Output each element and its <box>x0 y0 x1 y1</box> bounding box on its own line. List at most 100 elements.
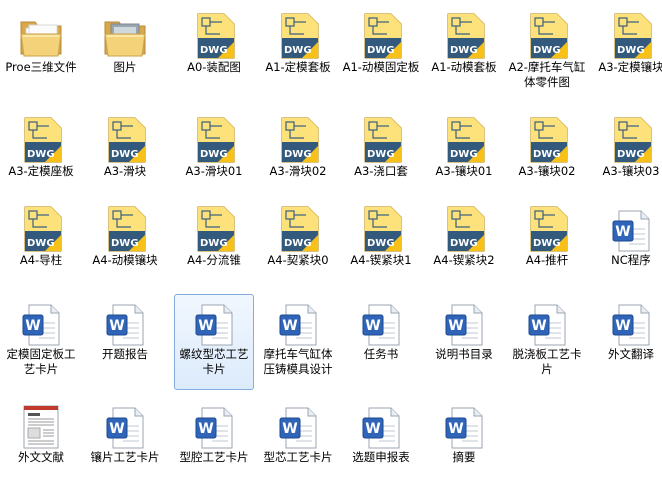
svg-text:W: W <box>531 318 546 334</box>
word-document-icon: W <box>101 299 149 347</box>
file-item-label: 任务书 <box>363 347 399 361</box>
file-item-label: A3-镶块03 <box>602 164 660 178</box>
file-item[interactable]: DWG A3-滑块01 <box>174 111 254 203</box>
word-document-icon: W <box>17 299 65 347</box>
file-item-label: 外文翻译 <box>608 347 654 361</box>
file-item[interactable]: 外文文献 <box>1 397 81 479</box>
file-item[interactable]: DWG A4-锲紧块1 <box>341 200 421 292</box>
folder-icon <box>17 12 65 60</box>
svg-text:DWG: DWG <box>284 238 312 249</box>
dwg-file-icon: DWG <box>523 116 571 164</box>
dwg-file-icon: DWG <box>274 205 322 253</box>
file-item[interactable]: DWG A4-动模镶块 <box>85 200 165 292</box>
file-item[interactable]: DWG A4-契紧块0 <box>258 200 338 292</box>
file-item-label: A4-动模镶块 <box>92 253 158 267</box>
file-item-label: A1-动模套板 <box>431 60 497 74</box>
file-item-label: 脱浇板工艺卡片 <box>512 347 582 376</box>
svg-text:DWG: DWG <box>111 238 139 249</box>
file-item-label: A2-摩托车气缸体零件图 <box>508 60 586 89</box>
dwg-file-icon: DWG <box>190 116 238 164</box>
file-item[interactable]: DWG A3-镶块03 <box>591 111 662 203</box>
file-item[interactable]: DWG A4-导柱 <box>1 200 81 292</box>
file-item[interactable]: W 型芯工艺卡片 <box>258 397 338 479</box>
file-item[interactable]: DWG A1-定模套板 <box>258 7 338 99</box>
file-grid: Proe三维文件 图片 DWG A0-装配图 DWG A1-定模套板 DWG A… <box>0 0 662 488</box>
file-item[interactable]: DWG A2-摩托车气缸体零件图 <box>507 7 587 99</box>
file-item-label: 定模固定板工艺卡片 <box>6 347 76 376</box>
file-item[interactable]: DWG A1-动模固定板 <box>341 7 421 99</box>
file-item-label: A4-导柱 <box>19 253 63 267</box>
svg-text:DWG: DWG <box>200 45 228 56</box>
file-item[interactable]: DWG A1-动模套板 <box>424 7 504 99</box>
file-item[interactable]: W 选题申报表 <box>341 397 421 479</box>
file-item[interactable]: DWG A3-滑块02 <box>258 111 338 203</box>
file-item[interactable]: W 摘要 <box>424 397 504 479</box>
dwg-file-icon: DWG <box>101 116 149 164</box>
file-item-label: 摘要 <box>452 450 476 464</box>
file-item[interactable]: W 说明书目录 <box>424 294 504 390</box>
dwg-file-icon: DWG <box>440 12 488 60</box>
file-item[interactable]: DWG A3-镶块02 <box>507 111 587 203</box>
word-document-icon: W <box>523 299 571 347</box>
file-item-label: 型腔工艺卡片 <box>179 450 249 464</box>
file-item[interactable]: W 外文翻译 <box>591 294 662 390</box>
dwg-file-icon: DWG <box>274 12 322 60</box>
svg-text:DWG: DWG <box>617 45 645 56</box>
file-item-label: Proe三维文件 <box>5 60 77 74</box>
dwg-file-icon: DWG <box>190 12 238 60</box>
file-item[interactable]: 图片 <box>85 7 165 99</box>
svg-text:W: W <box>198 318 213 334</box>
file-item[interactable]: DWG A3-浇口套 <box>341 111 421 203</box>
svg-text:W: W <box>25 318 40 334</box>
word-document-icon: W <box>274 299 322 347</box>
word-document-icon: W <box>101 402 149 450</box>
svg-text:DWG: DWG <box>284 45 312 56</box>
file-item[interactable]: W 摩托车气缸体压铸模具设计 <box>258 294 338 390</box>
file-item[interactable]: DWG A3-定模镶块 <box>591 7 662 99</box>
file-item[interactable]: W 脱浇板工艺卡片 <box>507 294 587 390</box>
file-item[interactable]: DWG A4-分流锥 <box>174 200 254 292</box>
file-item[interactable]: DWG A4-锲紧块2 <box>424 200 504 292</box>
svg-text:DWG: DWG <box>111 149 139 160</box>
word-document-icon: W <box>440 299 488 347</box>
file-item-label: 螺纹型芯工艺卡片 <box>179 347 249 376</box>
file-item[interactable]: W 型腔工艺卡片 <box>174 397 254 479</box>
svg-text:W: W <box>448 421 463 437</box>
svg-text:W: W <box>365 318 380 334</box>
file-item[interactable]: W 开题报告 <box>85 294 165 390</box>
svg-text:DWG: DWG <box>617 149 645 160</box>
dwg-file-icon: DWG <box>440 205 488 253</box>
file-item[interactable]: DWG A3-定模座板 <box>1 111 81 203</box>
file-item-label: A3-定模镶块 <box>598 60 662 74</box>
file-item[interactable]: DWG A3-滑块 <box>85 111 165 203</box>
file-item-label: 型芯工艺卡片 <box>263 450 333 464</box>
file-item-label: A1-动模固定板 <box>342 60 420 74</box>
file-item[interactable]: DWG A0-装配图 <box>174 7 254 99</box>
file-item[interactable]: W 镶片工艺卡片 <box>85 397 165 479</box>
file-item[interactable]: Proe三维文件 <box>1 7 81 99</box>
file-item[interactable]: W 螺纹型芯工艺卡片 <box>174 294 254 390</box>
svg-text:W: W <box>198 421 213 437</box>
dwg-file-icon: DWG <box>190 205 238 253</box>
svg-text:DWG: DWG <box>200 238 228 249</box>
file-item[interactable]: DWG A3-镶块01 <box>424 111 504 203</box>
svg-text:DWG: DWG <box>533 238 561 249</box>
file-item-label: A4-锲紧块2 <box>433 253 495 267</box>
file-item[interactable]: W 任务书 <box>341 294 421 390</box>
svg-text:W: W <box>282 421 297 437</box>
file-item-label: A3-镶块02 <box>518 164 576 178</box>
file-item-label: 说明书目录 <box>435 347 493 361</box>
svg-text:DWG: DWG <box>450 45 478 56</box>
dwg-file-icon: DWG <box>357 205 405 253</box>
file-item-label: A4-推杆 <box>525 253 569 267</box>
file-item[interactable]: DWG A4-推杆 <box>507 200 587 292</box>
file-item[interactable]: W NC程序 <box>591 200 662 292</box>
dwg-file-icon: DWG <box>523 12 571 60</box>
file-item[interactable]: W 定模固定板工艺卡片 <box>1 294 81 390</box>
file-item-label: 图片 <box>113 60 137 74</box>
svg-text:DWG: DWG <box>533 149 561 160</box>
svg-text:DWG: DWG <box>367 45 395 56</box>
svg-text:DWG: DWG <box>27 149 55 160</box>
dwg-file-icon: DWG <box>523 205 571 253</box>
svg-text:W: W <box>615 318 630 334</box>
